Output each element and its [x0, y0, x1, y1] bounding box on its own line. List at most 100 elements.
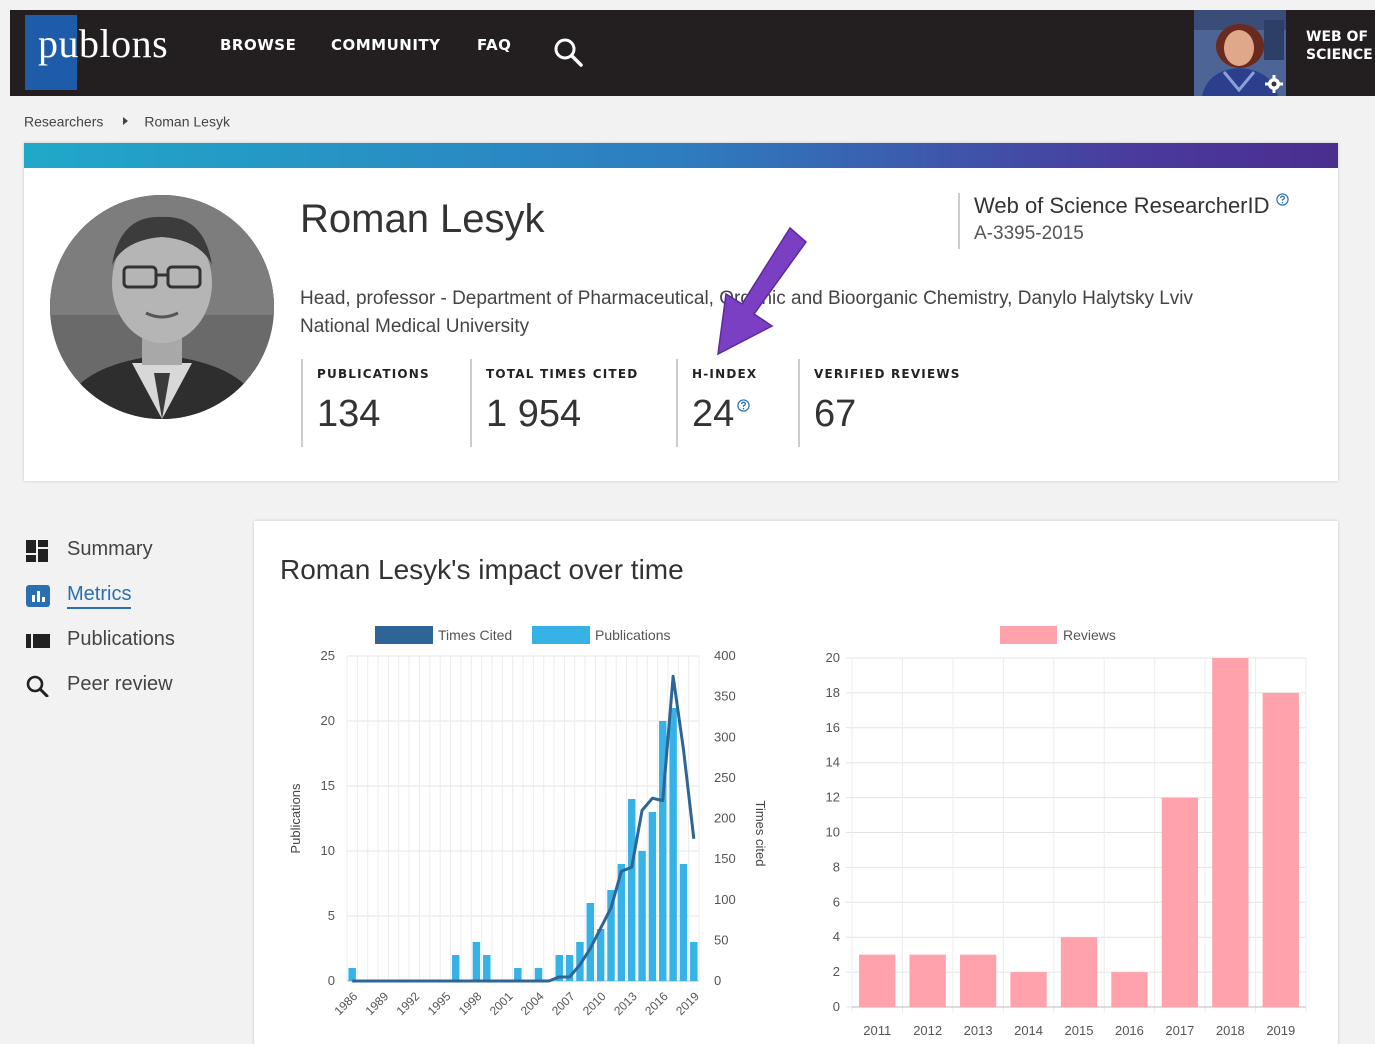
y-tick-label: 16 [826, 720, 840, 735]
wos-line-1: WEB OF [1306, 29, 1369, 45]
researcher-id-block: Web of Science ResearcherID A-3395-2015 [958, 193, 1289, 249]
y-axis-title-right: Times cited [753, 801, 768, 867]
x-tick-label: 2013 [611, 989, 640, 1018]
y-tick-label: 8 [833, 859, 840, 874]
metric-h-index[interactable]: H-INDEX 24 [676, 359, 798, 447]
dashboard-icon [26, 540, 48, 562]
publications-bar [451, 955, 460, 981]
x-tick-label: 2016 [642, 989, 671, 1018]
reviews-bar [1060, 937, 1098, 1007]
user-avatar[interactable] [1194, 10, 1286, 96]
legend-swatch-publications [532, 626, 590, 644]
legend-label-times-cited: Times Cited [438, 627, 512, 643]
x-tick-label: 2017 [1165, 1023, 1194, 1038]
x-tick-label: 2004 [518, 989, 547, 1018]
nav-faq[interactable]: FAQ [477, 36, 511, 54]
reviews-bar [1262, 692, 1299, 1007]
breadcrumb: Researchers Roman Lesyk [24, 112, 230, 129]
y-tick-label-right: 100 [714, 892, 736, 907]
help-icon[interactable] [737, 399, 750, 412]
metric-value: 24 [692, 393, 798, 436]
x-tick-label: 2011 [863, 1023, 891, 1038]
metric-verified-reviews[interactable]: VERIFIED REVIEWS 67 [798, 359, 988, 447]
y-tick-label: 14 [826, 755, 840, 770]
search-icon [26, 675, 49, 697]
metric-value: 1 954 [486, 393, 582, 435]
y-tick-label-right: 50 [714, 932, 728, 947]
y-tick-label-right: 300 [714, 729, 736, 744]
y-tick-label-left: 0 [328, 973, 335, 988]
bar-chart-icon [26, 585, 50, 607]
x-tick-label: 2018 [1216, 1023, 1245, 1038]
sidenav-label: Metrics [67, 583, 132, 609]
nav-community[interactable]: COMMUNITY [331, 36, 441, 54]
y-tick-label: 12 [826, 790, 840, 805]
metric-label: PUBLICATIONS [317, 367, 430, 381]
y-tick-label: 10 [826, 825, 840, 840]
x-tick-label: 2016 [1115, 1023, 1144, 1038]
y-tick-label: 4 [833, 929, 840, 944]
top-navbar: publons BROWSE COMMUNITY FAQ WEB OF SCIE… [10, 10, 1375, 96]
y-tick-label-right: 350 [714, 689, 736, 704]
y-tick-label: 0 [833, 999, 840, 1014]
y-tick-label-left: 10 [321, 843, 335, 858]
publications-bar [648, 812, 657, 981]
breadcrumb-researchers[interactable]: Researchers [24, 113, 103, 129]
publons-logo[interactable]: publons [38, 20, 168, 67]
chevron-right-icon [123, 117, 129, 126]
impact-charts: 05101520250501001502002503003504001986 19… [288, 626, 1307, 1038]
profile-card: Roman Lesyk Web of Science ResearcherID … [24, 143, 1338, 481]
impact-card: Roman Lesyk's impact over time 0 5 10 15 20 2… [254, 521, 1338, 1044]
y-tick-label-left: 25 [321, 648, 335, 663]
researcher-photo-image [50, 195, 274, 419]
y-tick-label: 2 [833, 964, 840, 979]
publications-bar [596, 929, 605, 981]
metric-times-cited[interactable]: TOTAL TIMES CITED 1 954 [470, 359, 675, 447]
wos-line-2: SCIENCE [1306, 47, 1373, 63]
gear-icon[interactable] [1264, 74, 1284, 94]
x-tick-label: 1992 [394, 989, 423, 1018]
metric-label: TOTAL TIMES CITED [486, 367, 639, 381]
publications-bar [679, 864, 688, 981]
y-tick-label-left: 5 [328, 908, 335, 923]
x-tick-label: 1986 [332, 989, 361, 1018]
nav-browse[interactable]: BROWSE [220, 36, 296, 54]
x-tick-label: 2019 [1266, 1023, 1295, 1038]
y-tick-label-right: 150 [714, 851, 736, 866]
researcher-id-value: A-3395-2015 [974, 223, 1084, 244]
sidenav-label: Summary [67, 538, 153, 560]
reviews-bar [859, 954, 896, 1007]
legend-label-publications: Publications [595, 627, 671, 643]
y-tick-label-left: 20 [321, 713, 335, 728]
y-tick-label-right: 0 [714, 973, 721, 988]
researcher-photo [50, 195, 274, 419]
x-tick-label: 1995 [425, 989, 454, 1018]
x-tick-label: 2015 [1065, 1023, 1094, 1038]
x-tick-label: 2007 [549, 989, 578, 1018]
profile-header-strip [24, 143, 1338, 168]
search-icon[interactable] [552, 36, 584, 68]
x-tick-label: 2014 [1014, 1023, 1043, 1038]
help-icon[interactable] [1275, 193, 1289, 206]
web-of-science-link[interactable]: WEB OF SCIENCE [1306, 28, 1375, 64]
reviews-bar [959, 954, 997, 1007]
h-index-value: 24 [692, 393, 735, 435]
publications-bar [348, 968, 356, 981]
publications-bar [472, 942, 481, 981]
researcher-id-label: Web of Science ResearcherID [974, 193, 1289, 219]
y-tick-label: 18 [826, 685, 840, 700]
publications-bar [638, 851, 646, 981]
legend-label-reviews: Reviews [1063, 627, 1116, 643]
reviews-bar [1161, 797, 1199, 1007]
sidenav-label: Publications [67, 628, 175, 650]
metric-publications[interactable]: PUBLICATIONS 134 [301, 359, 469, 447]
metric-value: 67 [814, 393, 857, 435]
x-tick-label: 1998 [456, 989, 485, 1018]
y-tick-label: 20 [826, 650, 840, 665]
x-tick-label: 2010 [580, 989, 609, 1018]
y-tick-label-right: 400 [714, 648, 736, 663]
x-tick-label: 2013 [964, 1023, 993, 1038]
reviews-bar [1212, 658, 1249, 1007]
y-tick-label-right: 250 [714, 770, 736, 785]
publications-bar [627, 799, 636, 981]
